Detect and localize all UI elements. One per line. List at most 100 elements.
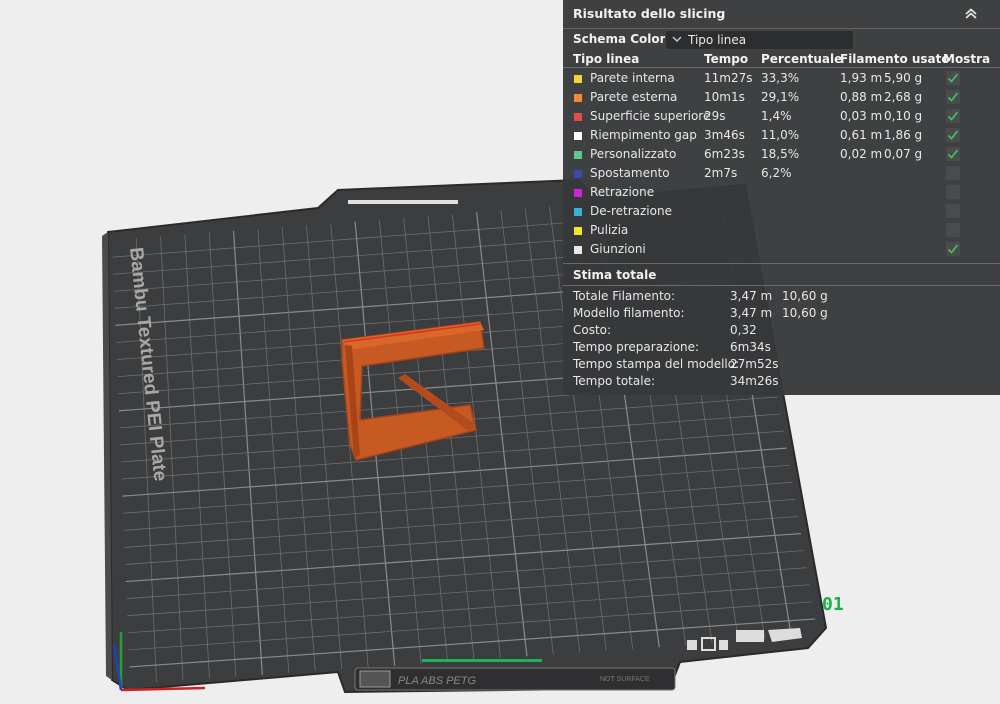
estimate-value-1: 6m34s — [730, 340, 771, 354]
estimate-row: Tempo preparazione: 6m34s — [563, 340, 1000, 357]
check-icon — [947, 73, 959, 83]
row-weight: 2,68 g — [884, 90, 923, 104]
col-type: Tipo linea — [573, 52, 640, 66]
color-scheme-value: Tipo linea — [688, 33, 747, 47]
col-filament: Filamento usato — [840, 52, 950, 66]
filament-tag: PLA ABS PETG — [398, 675, 476, 687]
chevron-down-icon — [672, 36, 682, 42]
row-label: Pulizia — [590, 223, 629, 237]
show-checkbox[interactable] — [946, 204, 960, 218]
estimate-label: Costo: — [573, 323, 612, 337]
row-label: Riempimento gap — [590, 128, 697, 142]
color-swatch — [574, 151, 582, 159]
color-swatch — [574, 208, 582, 216]
row-time: 6m23s — [704, 147, 745, 161]
show-checkbox[interactable] — [946, 128, 960, 142]
row-length: 0,88 m — [840, 90, 883, 104]
table-row: Personalizzato 6m23s 18,5% 0,02 m 0,07 g — [563, 146, 1000, 165]
estimate-value-2: 10,60 g — [782, 289, 828, 303]
divider — [563, 285, 1000, 286]
estimate-row: Modello filamento: 3,47 m 10,60 g — [563, 306, 1000, 323]
row-length: 0,61 m — [840, 128, 883, 142]
col-time: Tempo — [704, 52, 749, 66]
color-swatch — [574, 75, 582, 83]
check-icon — [947, 130, 959, 140]
estimate-label: Tempo totale: — [573, 374, 656, 388]
estimate-label: Tempo preparazione: — [573, 340, 700, 354]
table-row: Retrazione — [563, 184, 1000, 203]
table-row: De-retrazione — [563, 203, 1000, 222]
panel-header[interactable]: Risultato dello slicing — [563, 0, 1000, 29]
row-length: 0,03 m — [840, 109, 883, 123]
color-swatch — [574, 132, 582, 140]
show-checkbox[interactable] — [946, 147, 960, 161]
row-label: Retrazione — [590, 185, 655, 199]
show-checkbox[interactable] — [946, 71, 960, 85]
estimate-row: Totale Filamento: 3,47 m 10,60 g — [563, 289, 1000, 306]
show-checkbox[interactable] — [946, 185, 960, 199]
row-length: 1,93 m — [840, 71, 883, 85]
estimate-value-2: 10,60 g — [782, 306, 828, 320]
row-time: 10m1s — [704, 90, 745, 104]
row-weight: 0,10 g — [884, 109, 923, 123]
row-label: De-retrazione — [590, 204, 672, 218]
plate-number[interactable]: 01 — [822, 594, 844, 615]
check-icon — [947, 244, 959, 254]
estimate-row: Costo: 0,32 — [563, 323, 1000, 340]
estimate-row: Tempo totale: 34m26s — [563, 374, 1000, 391]
divider — [563, 67, 1000, 68]
row-label: Superficie superiore — [590, 109, 711, 123]
row-label: Parete interna — [590, 71, 675, 85]
row-length: 0,02 m — [840, 147, 883, 161]
show-checkbox[interactable] — [946, 166, 960, 180]
show-checkbox[interactable] — [946, 109, 960, 123]
estimate-title: Stima totale — [573, 268, 657, 282]
estimate-value-1: 27m52s — [730, 357, 779, 371]
check-icon — [947, 111, 959, 121]
table-row: Parete esterna 10m1s 29,1% 0,88 m 2,68 g — [563, 89, 1000, 108]
table-row: Giunzioni — [563, 241, 1000, 260]
row-time: 2m7s — [704, 166, 738, 180]
col-show: Mostra — [943, 52, 991, 66]
color-scheme-select[interactable]: Tipo linea — [665, 30, 854, 50]
row-weight: 0,07 g — [884, 147, 923, 161]
table-row: Pulizia — [563, 222, 1000, 241]
color-swatch — [574, 227, 582, 235]
color-swatch — [574, 189, 582, 197]
panel-title: Risultato dello slicing — [573, 6, 726, 21]
show-checkbox[interactable] — [946, 242, 960, 256]
table-row: Parete interna 11m27s 33,3% 1,93 m 5,90 g — [563, 70, 1000, 89]
not-surface-tag: NOT SURFACE — [600, 676, 650, 683]
estimate-value-1: 34m26s — [730, 374, 779, 388]
estimate-value-1: 0,32 — [730, 323, 757, 337]
color-scheme-label: Schema Colore — [573, 32, 674, 46]
row-percent: 6,2% — [761, 166, 792, 180]
row-time: 3m46s — [704, 128, 745, 142]
check-icon — [947, 92, 959, 102]
row-label: Personalizzato — [590, 147, 677, 161]
row-time: 29s — [704, 109, 726, 123]
estimate-value-1: 3,47 m — [730, 306, 773, 320]
strip-accent — [422, 659, 542, 662]
table-row: Superficie superiore 29s 1,4% 0,03 m 0,10 g — [563, 108, 1000, 127]
estimate-value-1: 3,47 m — [730, 289, 773, 303]
row-percent: 29,1% — [761, 90, 800, 104]
row-percent: 33,3% — [761, 71, 800, 85]
show-checkbox[interactable] — [946, 90, 960, 104]
estimate-label: Tempo stampa del modello: — [573, 357, 740, 371]
row-weight: 5,90 g — [884, 71, 923, 85]
row-percent: 1,4% — [761, 109, 792, 123]
color-swatch — [574, 246, 582, 254]
row-label: Parete esterna — [590, 90, 678, 104]
color-swatch — [574, 94, 582, 102]
row-time: 11m27s — [704, 71, 753, 85]
row-label: Spostamento — [590, 166, 670, 180]
row-percent: 11,0% — [761, 128, 800, 142]
collapse-icon[interactable] — [964, 7, 978, 21]
table-row: Spostamento 2m7s 6,2% — [563, 165, 1000, 184]
color-swatch — [574, 170, 582, 178]
plate-slot — [348, 200, 458, 204]
show-checkbox[interactable] — [946, 223, 960, 237]
table-header: Tipo linea Tempo Percentuale Filamento u… — [563, 52, 1000, 68]
row-label: Giunzioni — [590, 242, 646, 256]
